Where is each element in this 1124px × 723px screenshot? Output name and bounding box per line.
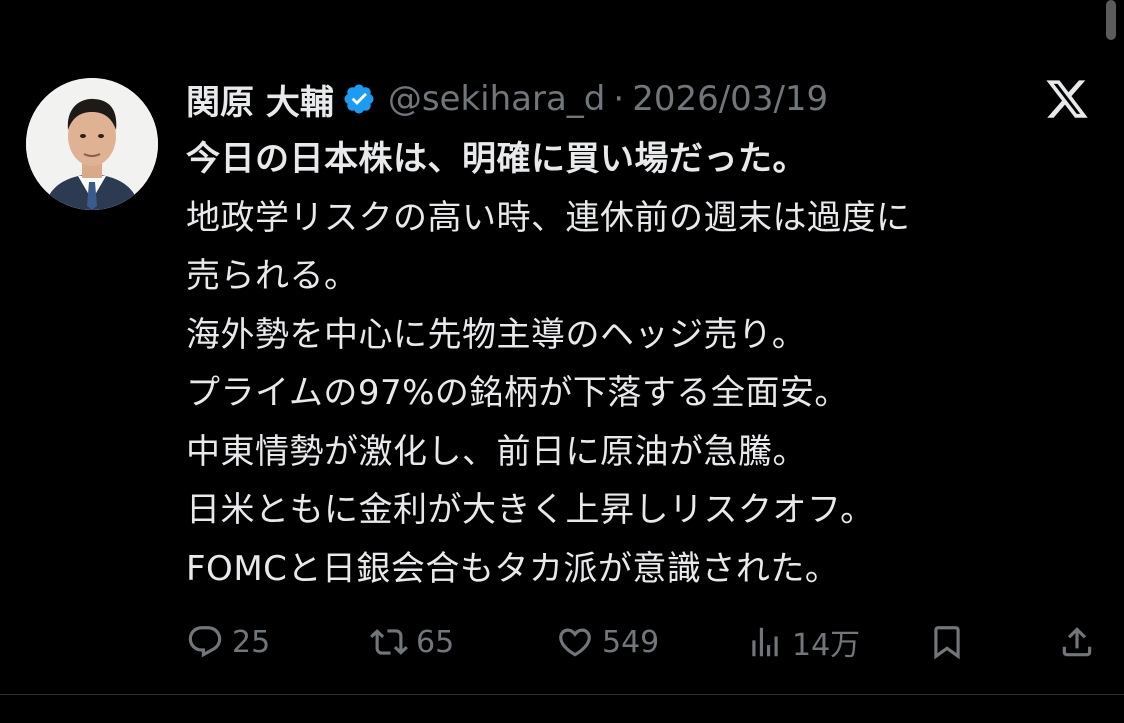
share-icon (1062, 627, 1092, 657)
tweet-line: FOMCと日銀会合もタカ派が意識された。 (186, 548, 840, 589)
tweet-header: 関原 大輔 @sekihara_d · 2026/03/19 (186, 74, 828, 124)
verified-badge-icon (344, 84, 374, 114)
author-name[interactable]: 関原 大輔 (186, 75, 334, 124)
separator-dot: · (613, 79, 625, 119)
divider (0, 694, 1124, 695)
reply-button[interactable]: 25 (186, 623, 270, 661)
repost-icon (370, 629, 408, 655)
bookmark-button[interactable] (928, 623, 966, 661)
share-button[interactable] (1058, 623, 1096, 661)
reply-count: 25 (232, 624, 271, 660)
author-handle[interactable]: @sekihara_d (388, 79, 606, 119)
tweet-line: 地政学リスクの高い時、連休前の週末は過度に (186, 197, 911, 238)
avatar[interactable] (26, 78, 158, 210)
tweet-line: 日米ともに金利が大きく上昇しリスクオフ。 (186, 490, 875, 530)
views-count: 14万 (792, 628, 861, 663)
tweet-line: 海外勢を中心に先物主導のヘッジ売り。 (186, 314, 807, 355)
action-bar: 25 65 549 14万 (186, 614, 1098, 670)
tweet-date[interactable]: 2026/03/19 (632, 79, 828, 119)
x-logo-icon[interactable] (1044, 76, 1090, 122)
like-button[interactable]: 549 (556, 623, 659, 661)
tweet-line: 売られる。 (186, 256, 359, 296)
tweet-line: プライムの97%の銘柄が下落する全面安。 (186, 373, 849, 413)
repost-count: 65 (416, 624, 455, 660)
tweet-text: 今日の日本株は、明確に買い場だった。 地政学リスクの高い時、連休前の週末は過度に… (186, 130, 1086, 598)
like-count: 549 (602, 624, 660, 660)
profile-photo (26, 78, 158, 210)
tweet-line: 中東情勢が激化し、前日に原油が急騰。 (186, 431, 807, 472)
heart-icon (559, 628, 591, 657)
views-button[interactable]: 14万 (746, 620, 860, 664)
scrollbar[interactable] (1106, 0, 1116, 40)
views-icon (752, 627, 778, 657)
tweet-line: 今日の日本株は、明確に買い場だった。 (186, 139, 807, 179)
bookmark-icon (934, 626, 960, 660)
repost-button[interactable]: 65 (370, 623, 454, 661)
reply-icon (188, 626, 222, 658)
